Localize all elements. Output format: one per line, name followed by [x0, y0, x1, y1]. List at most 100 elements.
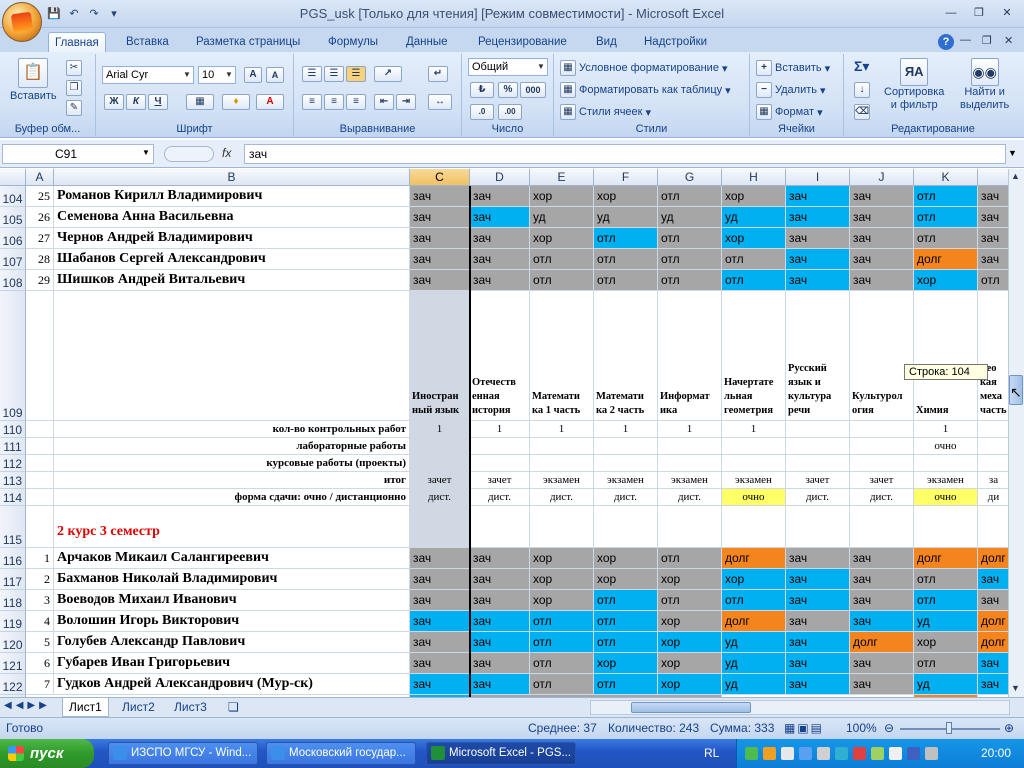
- grade-cell[interactable]: хор: [594, 569, 658, 590]
- summary-cell[interactable]: [594, 438, 658, 455]
- summary-cell[interactable]: [530, 455, 594, 472]
- grade-cell[interactable]: уд: [722, 653, 786, 674]
- summary-cell[interactable]: [786, 455, 850, 472]
- summary-cell[interactable]: 1: [594, 421, 658, 438]
- summary-cell[interactable]: [978, 421, 1008, 438]
- grade-cell[interactable]: отл: [914, 569, 978, 590]
- increase-indent-icon[interactable]: ⇥: [396, 94, 416, 110]
- grade-cell[interactable]: зач: [850, 228, 914, 249]
- name-box-dropdown-icon[interactable]: ▼: [142, 148, 150, 157]
- row-header[interactable]: 118: [0, 590, 26, 611]
- ribbon-minimize-icon[interactable]: —: [960, 34, 971, 46]
- grade-cell[interactable]: зач: [470, 569, 530, 590]
- tray-icon[interactable]: [853, 747, 866, 760]
- grade-cell[interactable]: хор: [658, 569, 722, 590]
- grade-cell[interactable]: зач: [470, 228, 530, 249]
- column-header-i[interactable]: I: [786, 169, 850, 186]
- empty-cell[interactable]: [470, 506, 530, 548]
- grade-cell[interactable]: уд: [914, 674, 978, 695]
- grade-cell[interactable]: отл: [530, 249, 594, 270]
- summary-cell[interactable]: [470, 438, 530, 455]
- grade-cell[interactable]: долг: [914, 548, 978, 569]
- grade-cell[interactable]: отл: [658, 228, 722, 249]
- tab-home[interactable]: Главная: [48, 32, 106, 52]
- horizontal-scroll-thumb[interactable]: [631, 702, 751, 713]
- summary-cell[interactable]: 1: [658, 421, 722, 438]
- grade-cell[interactable]: хор: [530, 590, 594, 611]
- row-header[interactable]: 120: [0, 632, 26, 653]
- column-header-g[interactable]: G: [658, 169, 722, 186]
- grade-cell[interactable]: зач: [786, 632, 850, 653]
- summary-cell[interactable]: [914, 455, 978, 472]
- grade-cell[interactable]: долг: [850, 632, 914, 653]
- column-header-e[interactable]: E: [530, 169, 594, 186]
- grade-cell[interactable]: зач: [470, 674, 530, 695]
- grade-cell[interactable]: отл: [658, 590, 722, 611]
- grade-cell[interactable]: отл: [594, 228, 658, 249]
- row-header[interactable]: 109: [0, 291, 26, 421]
- find-select-button[interactable]: ◉◉ Найти и выделить: [960, 58, 1009, 112]
- grade-cell[interactable]: зач: [850, 548, 914, 569]
- grade-cell[interactable]: зач: [978, 228, 1008, 249]
- empty-cell[interactable]: [850, 506, 914, 548]
- summary-cell[interactable]: [978, 438, 1008, 455]
- cut-icon[interactable]: ✂: [66, 60, 82, 76]
- thousands-button[interactable]: 000: [520, 82, 546, 98]
- grade-cell[interactable]: хор: [530, 548, 594, 569]
- row-header[interactable]: 112: [0, 455, 26, 472]
- grade-cell[interactable]: уд: [658, 207, 722, 228]
- grade-cell[interactable]: зач: [850, 611, 914, 632]
- grade-cell[interactable]: хор: [658, 653, 722, 674]
- grade-cell[interactable]: отл: [530, 674, 594, 695]
- vertical-scrollbar[interactable]: ▲ ▼: [1008, 169, 1024, 697]
- summary-cell[interactable]: экзамен: [530, 472, 594, 489]
- summary-cell[interactable]: дист.: [786, 489, 850, 506]
- font-color-icon[interactable]: A: [256, 94, 284, 110]
- grade-cell[interactable]: отл: [594, 270, 658, 291]
- sheet-nav-icons[interactable]: ◀◀▶▶: [4, 700, 51, 711]
- align-middle-icon[interactable]: ☰: [324, 66, 344, 82]
- grade-cell[interactable]: хор: [722, 569, 786, 590]
- grade-cell[interactable]: зач: [850, 186, 914, 207]
- summary-cell[interactable]: зачет: [786, 472, 850, 489]
- summary-cell[interactable]: ди: [978, 489, 1008, 506]
- conditional-formatting-button[interactable]: ▦ Условное форматирование ▾: [560, 60, 727, 76]
- grade-cell[interactable]: долг: [722, 611, 786, 632]
- grade-cell[interactable]: зач: [978, 590, 1008, 611]
- summary-cell[interactable]: 1: [914, 421, 978, 438]
- column-header-c[interactable]: C: [410, 169, 470, 186]
- grade-cell[interactable]: хор: [658, 632, 722, 653]
- grade-cell[interactable]: отл: [722, 249, 786, 270]
- column-header-partial[interactable]: [978, 169, 1008, 186]
- row-header[interactable]: 121: [0, 653, 26, 674]
- grade-cell[interactable]: хор: [914, 632, 978, 653]
- grade-cell[interactable]: зач: [786, 186, 850, 207]
- grade-cell[interactable]: хор: [722, 228, 786, 249]
- grade-cell[interactable]: зач: [470, 548, 530, 569]
- grade-cell[interactable]: хор: [722, 186, 786, 207]
- summary-cell[interactable]: 1: [722, 421, 786, 438]
- tab-view[interactable]: Вид: [590, 32, 623, 52]
- summary-cell[interactable]: экзамен: [658, 472, 722, 489]
- fill-icon[interactable]: ↓: [854, 82, 870, 98]
- grade-cell[interactable]: зач: [978, 674, 1008, 695]
- subject-header-cell[interactable]: Математи ка 2 часть: [594, 291, 658, 421]
- summary-cell[interactable]: экзамен: [914, 472, 978, 489]
- copy-icon[interactable]: ❐: [66, 80, 82, 96]
- align-top-icon[interactable]: ☰: [302, 66, 322, 82]
- grade-cell[interactable]: хор: [658, 674, 722, 695]
- grade-cell[interactable]: зач: [786, 228, 850, 249]
- grade-cell[interactable]: зач: [850, 590, 914, 611]
- grade-cell[interactable]: зач: [786, 674, 850, 695]
- grade-cell[interactable]: зач: [410, 207, 470, 228]
- grade-cell[interactable]: зач: [786, 270, 850, 291]
- merge-center-icon[interactable]: ↔: [428, 94, 452, 110]
- summary-cell[interactable]: [850, 421, 914, 438]
- empty-cell[interactable]: [914, 506, 978, 548]
- fx-icon[interactable]: fx: [222, 146, 231, 160]
- zoom-level[interactable]: 100%: [846, 721, 877, 735]
- borders-icon[interactable]: ▦: [186, 94, 214, 110]
- font-size-combo[interactable]: 10 ▼: [198, 66, 236, 84]
- grade-cell[interactable]: отл: [914, 186, 978, 207]
- column-header-j[interactable]: J: [850, 169, 914, 186]
